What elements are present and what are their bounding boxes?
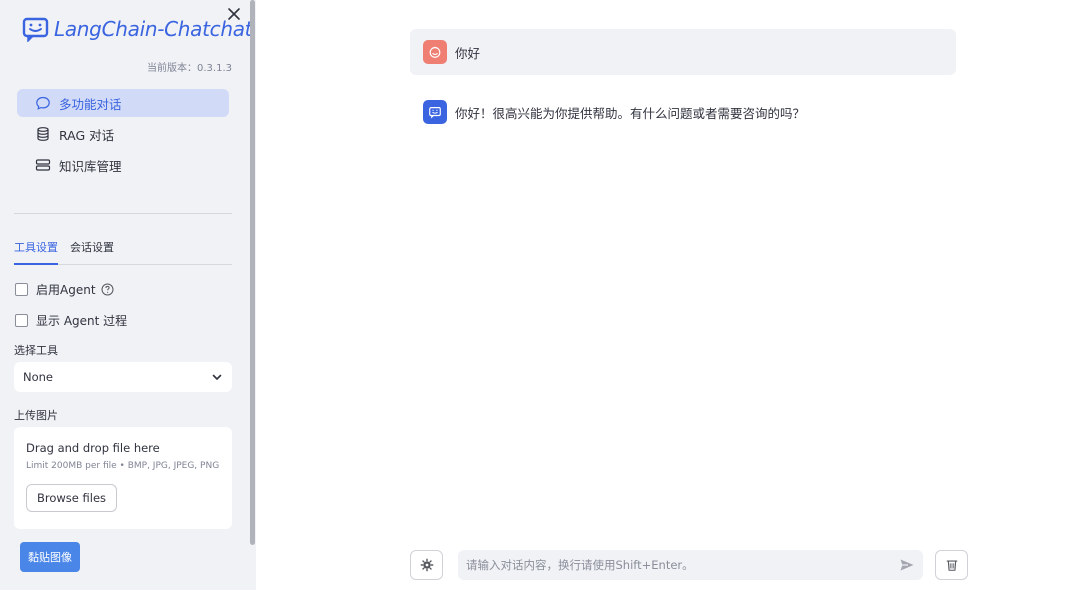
app-logo: LangChain-Chatchat <box>22 14 253 44</box>
enable-agent-label: 启用Agent <box>36 283 96 297</box>
nav-item-rag-chat[interactable]: RAG 对话 <box>17 120 229 148</box>
user-avatar <box>423 40 447 64</box>
chat-input[interactable] <box>466 558 899 572</box>
upload-label: 上传图片 <box>14 409 58 422</box>
show-agent-process-checkbox[interactable] <box>15 314 28 327</box>
tab-session-settings[interactable]: 会话设置 <box>70 240 114 265</box>
chat-input-box <box>458 550 923 580</box>
app-root: LangChain-Chatchat 当前版本：0.3.1.3 多功能对话 RA… <box>0 0 1080 590</box>
version-label: 当前版本：0.3.1.3 <box>147 63 232 74</box>
file-uploader-dropzone[interactable]: Drag and drop file here Limit 200MB per … <box>14 427 232 529</box>
nav-item-knowledge-base[interactable]: 知识库管理 <box>17 151 229 179</box>
tool-select-value: None <box>23 370 54 384</box>
chevron-down-icon <box>212 374 222 380</box>
enable-agent-checkbox[interactable] <box>15 283 28 296</box>
upload-title: Drag and drop file here <box>26 441 160 455</box>
user-face-icon <box>429 46 441 58</box>
show-agent-process-row: 显示 Agent 过程 <box>15 312 127 329</box>
assistant-avatar <box>423 100 447 124</box>
nav-item-multi-chat[interactable]: 多功能对话 <box>17 89 229 117</box>
tool-select-label: 选择工具 <box>14 344 58 357</box>
settings-tabs: 工具设置 会话设置 <box>14 240 232 265</box>
assistant-message-text: 你好！很高兴能为你提供帮助。有什么问题或者需要咨询的吗？ <box>455 105 806 121</box>
app-title: LangChain-Chatchat <box>54 17 253 41</box>
show-agent-process-label: 显示 Agent 过程 <box>36 314 128 328</box>
database-icon <box>37 127 49 141</box>
chatbot-icon <box>429 107 441 119</box>
assistant-message: 你好！很高兴能为你提供帮助。有什么问题或者需要咨询的吗？ <box>410 89 956 135</box>
paste-image-button[interactable]: 黏贴图像 <box>20 542 80 572</box>
send-icon[interactable] <box>899 557 915 573</box>
help-icon[interactable] <box>101 283 114 296</box>
chatbot-logo-icon <box>22 17 49 42</box>
user-message-text: 你好 <box>455 45 481 61</box>
sidebar-scrollbar[interactable] <box>250 0 255 545</box>
sidebar-divider <box>14 213 232 214</box>
trash-icon <box>946 560 957 571</box>
nav-label-rag-chat: RAG 对话 <box>59 127 115 143</box>
nav-label-multi-chat: 多功能对话 <box>59 96 122 112</box>
server-icon <box>35 159 51 171</box>
nav-label-knowledge-base: 知识库管理 <box>59 158 122 174</box>
chat-settings-button[interactable] <box>410 550 443 580</box>
tab-tool-settings[interactable]: 工具设置 <box>14 240 58 265</box>
sidebar: LangChain-Chatchat 当前版本：0.3.1.3 多功能对话 RA… <box>0 0 256 590</box>
browse-files-button[interactable]: Browse files <box>26 484 118 512</box>
upload-limit-text: Limit 200MB per file • BMP, JPG, JPEG, P… <box>26 461 220 471</box>
user-message: 你好 <box>410 29 956 75</box>
tool-select[interactable]: None <box>14 362 232 392</box>
gear-icon <box>420 558 433 572</box>
chat-bubble-icon <box>36 96 50 110</box>
sidebar-nav: 多功能对话 RAG 对话 知识库管理 <box>17 89 229 182</box>
clear-chat-button[interactable] <box>935 550 968 580</box>
enable-agent-row: 启用Agent <box>15 281 114 298</box>
